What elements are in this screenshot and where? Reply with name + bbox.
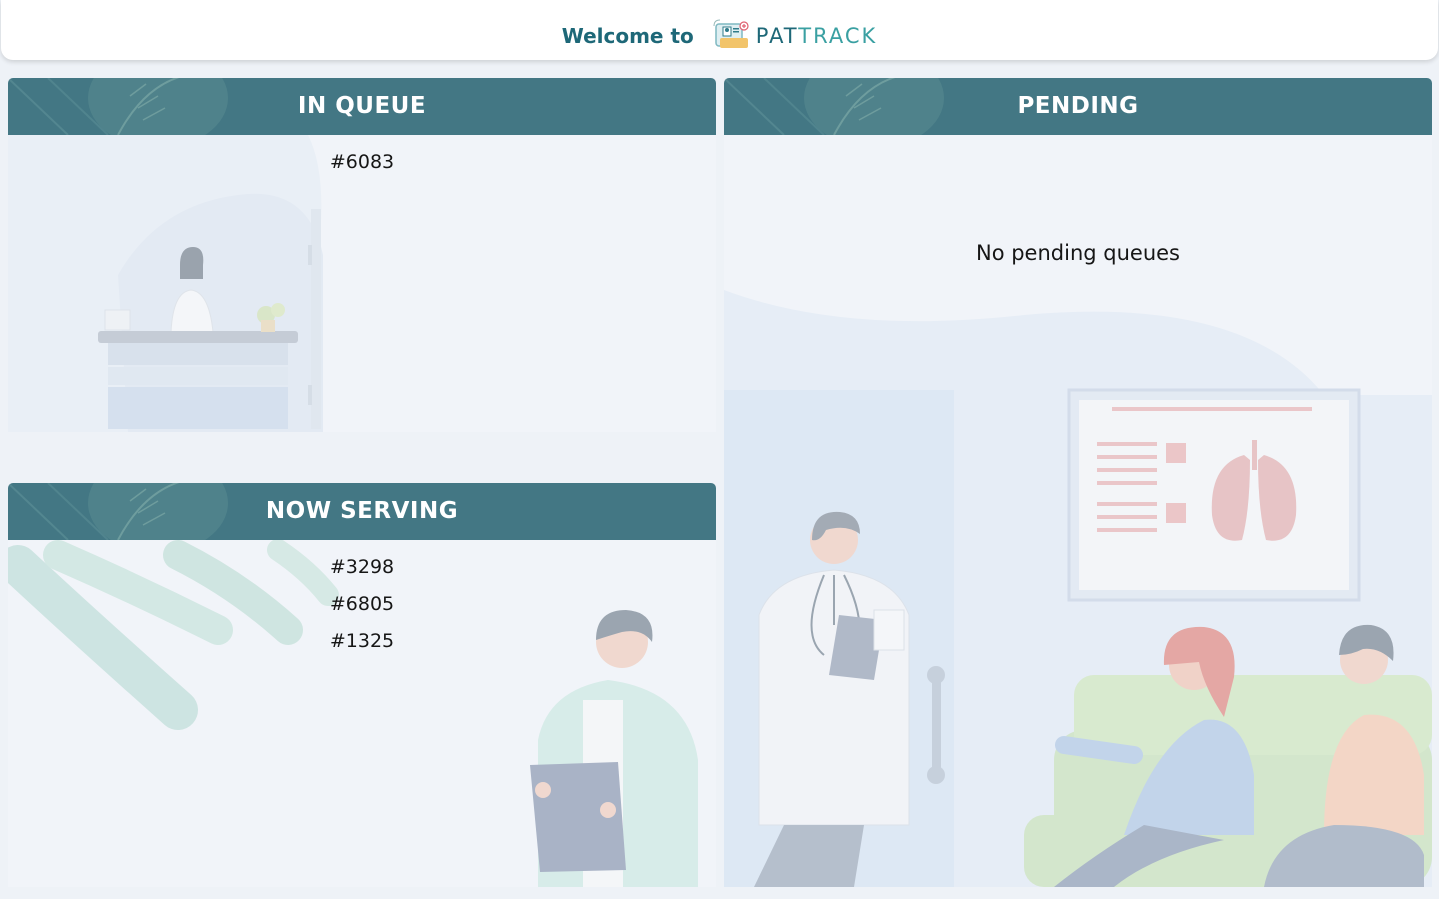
serving-ticket: #1325 bbox=[329, 630, 395, 652]
in-queue-header: IN QUEUE bbox=[8, 78, 716, 135]
serving-ticket: #6805 bbox=[329, 593, 395, 615]
logo-text-track: TRACK bbox=[798, 24, 878, 48]
serving-ticket: #3298 bbox=[329, 556, 395, 578]
in-queue-title: IN QUEUE bbox=[297, 93, 427, 119]
logo-text: PATTRACK bbox=[756, 24, 878, 48]
logo-text-pat: PAT bbox=[755, 24, 799, 48]
pattrack-logo: PATTRACK bbox=[712, 18, 878, 50]
pending-body: No pending queues bbox=[724, 135, 1432, 887]
in-queue-panel: #6083 IN QUEUE bbox=[8, 78, 716, 432]
clinic-logo-icon bbox=[713, 19, 749, 48]
in-queue-body: #6083 bbox=[8, 135, 716, 432]
in-queue-list: #6083 bbox=[8, 149, 716, 186]
pending-title: PENDING bbox=[1017, 93, 1139, 119]
welcome-text: Welcome to bbox=[561, 24, 694, 48]
now-serving-list: #3298 #6805 #1325 bbox=[8, 554, 716, 665]
now-serving-panel: #3298 #6805 #1325 NOW SERVING bbox=[8, 483, 716, 887]
now-serving-header: NOW SERVING bbox=[8, 483, 716, 540]
now-serving-body: #3298 #6805 #1325 bbox=[8, 540, 716, 887]
top-header: Welcome to PATTRACK bbox=[1, 0, 1438, 60]
pending-header: PENDING bbox=[724, 78, 1432, 135]
now-serving-title: NOW SERVING bbox=[265, 498, 459, 524]
queue-ticket: #6083 bbox=[329, 151, 395, 173]
pending-panel: No pending queues PENDING bbox=[724, 78, 1432, 887]
no-pending-message: No pending queues bbox=[975, 241, 1180, 265]
